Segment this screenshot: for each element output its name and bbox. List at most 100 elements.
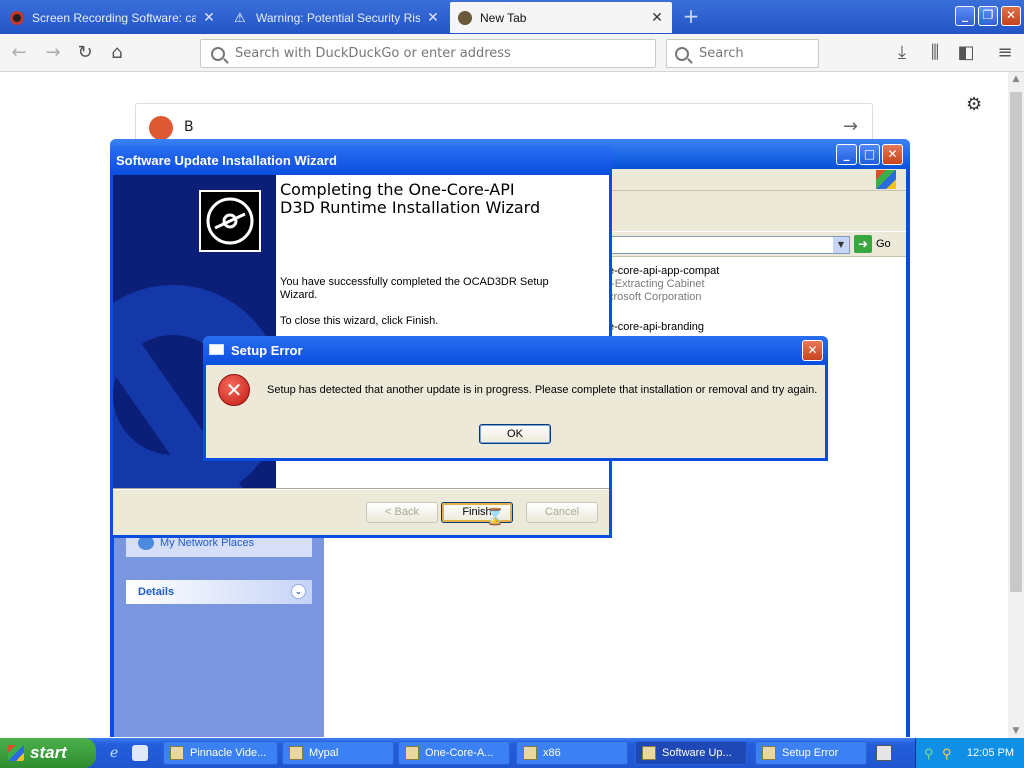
task-label: Software Up... <box>662 747 732 759</box>
go-button[interactable]: ➜ Go <box>854 235 891 253</box>
error-body: ✕ Setup has detected that another update… <box>206 365 825 458</box>
page-scrollbar[interactable]: ▲ ▼ <box>1008 72 1024 738</box>
record-icon <box>10 10 24 25</box>
windows-taskbar: start ℯ Pinnacle Vide... Mypal One-Core-… <box>0 738 1024 768</box>
file-item-app-compat[interactable]: e-core-api-app-compat f-Extracting Cabin… <box>608 265 719 304</box>
window-icon <box>209 344 224 355</box>
new-tab-button[interactable]: + <box>680 6 702 28</box>
close-tab-icon[interactable]: ✕ <box>202 9 216 26</box>
minimize-icon[interactable]: _ <box>955 6 975 26</box>
search-icon <box>675 46 689 61</box>
tab-new-tab[interactable]: New Tab ✕ <box>450 2 672 33</box>
cd-disc-icon <box>199 190 261 252</box>
error-message: Setup has detected that another update i… <box>267 384 818 396</box>
wizard-heading-line2: D3D Runtime Installation Wizard <box>280 198 541 217</box>
task-label: Mypal <box>309 747 339 759</box>
setup-error-dialog: Setup Error ✕ ✕ Setup has detected that … <box>203 336 828 461</box>
cancel-button[interactable]: Cancel <box>526 502 598 523</box>
wizard-success-text: You have successfully completed the OCAD… <box>280 276 549 301</box>
task-one-core-api[interactable]: One-Core-A... <box>398 741 510 765</box>
close-window-icon[interactable]: ✕ <box>1001 6 1021 26</box>
network-icon <box>138 536 154 550</box>
sidebar-icon[interactable]: ◧ <box>955 42 977 64</box>
scroll-down-icon[interactable]: ▼ <box>1008 726 1024 736</box>
newtab-search-text: B <box>184 119 194 135</box>
task-label: x86 <box>543 747 561 759</box>
details-label: Details <box>138 586 175 598</box>
clock: 12:05 PM <box>966 747 1014 759</box>
task-label: One-Core-A... <box>425 747 494 759</box>
close-window-icon[interactable]: ✕ <box>882 144 903 165</box>
close-dialog-icon[interactable]: ✕ <box>802 340 823 361</box>
system-tray: ⚲ ⚲ 12:05 PM <box>915 738 1024 768</box>
wizard-close-instruction: To close this wizard, click Finish. <box>280 315 439 327</box>
details-panel-header[interactable]: Details ⌄ <box>126 580 312 604</box>
app-icon <box>170 746 184 760</box>
network-places-link[interactable]: My Network Places <box>160 537 254 549</box>
task-x86[interactable]: x86 <box>516 741 628 765</box>
file-item-branding[interactable]: e-core-api-branding <box>608 321 704 334</box>
restore-icon[interactable]: ❐ <box>978 6 998 26</box>
network-tray-icon[interactable]: ⚲ <box>924 746 934 762</box>
file-company: crosoft Corporation <box>608 291 702 303</box>
warning-icon: ⚠ <box>234 9 246 25</box>
internet-explorer-icon[interactable]: ℯ <box>110 745 126 761</box>
task-label: Setup Error <box>782 747 839 759</box>
duckduckgo-icon <box>149 116 173 140</box>
home-icon[interactable]: ⌂ <box>106 42 128 64</box>
download-icon[interactable]: ⤓ <box>891 42 913 64</box>
back-arrow-icon[interactable]: ← <box>8 42 30 64</box>
menu-icon[interactable]: ≡ <box>994 42 1016 64</box>
library-icon[interactable]: ⫼ <box>924 42 946 64</box>
hourglass-cursor-icon: ⌛ <box>485 507 505 526</box>
tab-title: Warning: Potential Security Risk A <box>256 10 420 25</box>
file-name: e-core-api-branding <box>608 321 704 333</box>
tab-title: New Tab <box>480 10 527 25</box>
ok-button[interactable]: OK <box>479 424 551 444</box>
keyboard-icon[interactable] <box>876 745 892 761</box>
address-placeholder: Search with DuckDuckGo or enter address <box>235 46 511 61</box>
scroll-thumb[interactable] <box>1010 92 1022 592</box>
search-placeholder: Search <box>699 46 744 61</box>
search-icon <box>211 46 225 61</box>
submit-arrow-icon[interactable]: → <box>843 116 858 137</box>
task-mypal[interactable]: Mypal <box>282 741 394 765</box>
browser-tab-bar: Screen Recording Software: captu ✕ ⚠ War… <box>0 0 1024 34</box>
error-title: Setup Error <box>231 343 303 358</box>
search-tray-icon[interactable]: ⚲ <box>942 746 952 762</box>
forward-arrow-icon[interactable]: → <box>42 42 64 64</box>
start-button[interactable]: start <box>0 738 96 768</box>
chevron-down-icon[interactable]: ⌄ <box>291 584 306 599</box>
task-label: Pinnacle Vide... <box>190 747 267 759</box>
file-name: e-core-api-app-compat <box>608 265 720 277</box>
scroll-up-icon[interactable]: ▲ <box>1008 74 1024 84</box>
back-button[interactable]: < Back <box>366 502 438 523</box>
tab-screen-recording[interactable]: Screen Recording Software: captu ✕ <box>2 2 224 33</box>
wizard-divider <box>113 488 609 490</box>
tab-security-warning[interactable]: ⚠ Warning: Potential Security Risk A ✕ <box>226 2 448 33</box>
navigation-toolbar: ← → ↻ ⌂ Search with DuckDuckGo or enter … <box>0 34 1024 72</box>
tab-title: Screen Recording Software: captu <box>32 10 196 25</box>
wizard-heading: Completing the One-Core-API D3D Runtime … <box>280 181 590 217</box>
maximize-icon[interactable]: □ <box>859 144 880 165</box>
close-tab-icon[interactable]: ✕ <box>426 9 440 26</box>
error-icon: ✕ <box>218 374 250 406</box>
windows-flag-icon <box>8 745 24 761</box>
setup-icon <box>762 746 776 760</box>
quick-launch-icon[interactable] <box>132 745 148 761</box>
close-tab-icon[interactable]: ✕ <box>650 9 664 26</box>
task-software-update[interactable]: Software Up... <box>635 741 747 765</box>
settings-gear-icon[interactable]: ⚙ <box>966 94 982 115</box>
reload-icon[interactable]: ↻ <box>74 42 96 64</box>
address-field[interactable]: ▼ <box>604 236 850 254</box>
search-input[interactable]: Search <box>666 39 819 68</box>
go-arrow-icon: ➜ <box>854 235 872 253</box>
task-setup-error[interactable]: Setup Error <box>755 741 867 765</box>
address-bar[interactable]: Search with DuckDuckGo or enter address <box>200 39 656 68</box>
go-label: Go <box>876 238 891 250</box>
wizard-heading-line1: Completing the One-Core-API <box>280 180 515 199</box>
minimize-icon[interactable]: _ <box>836 144 857 165</box>
task-pinnacle[interactable]: Pinnacle Vide... <box>163 741 278 765</box>
chevron-down-icon[interactable]: ▼ <box>833 237 849 253</box>
firefox-icon <box>458 10 472 25</box>
